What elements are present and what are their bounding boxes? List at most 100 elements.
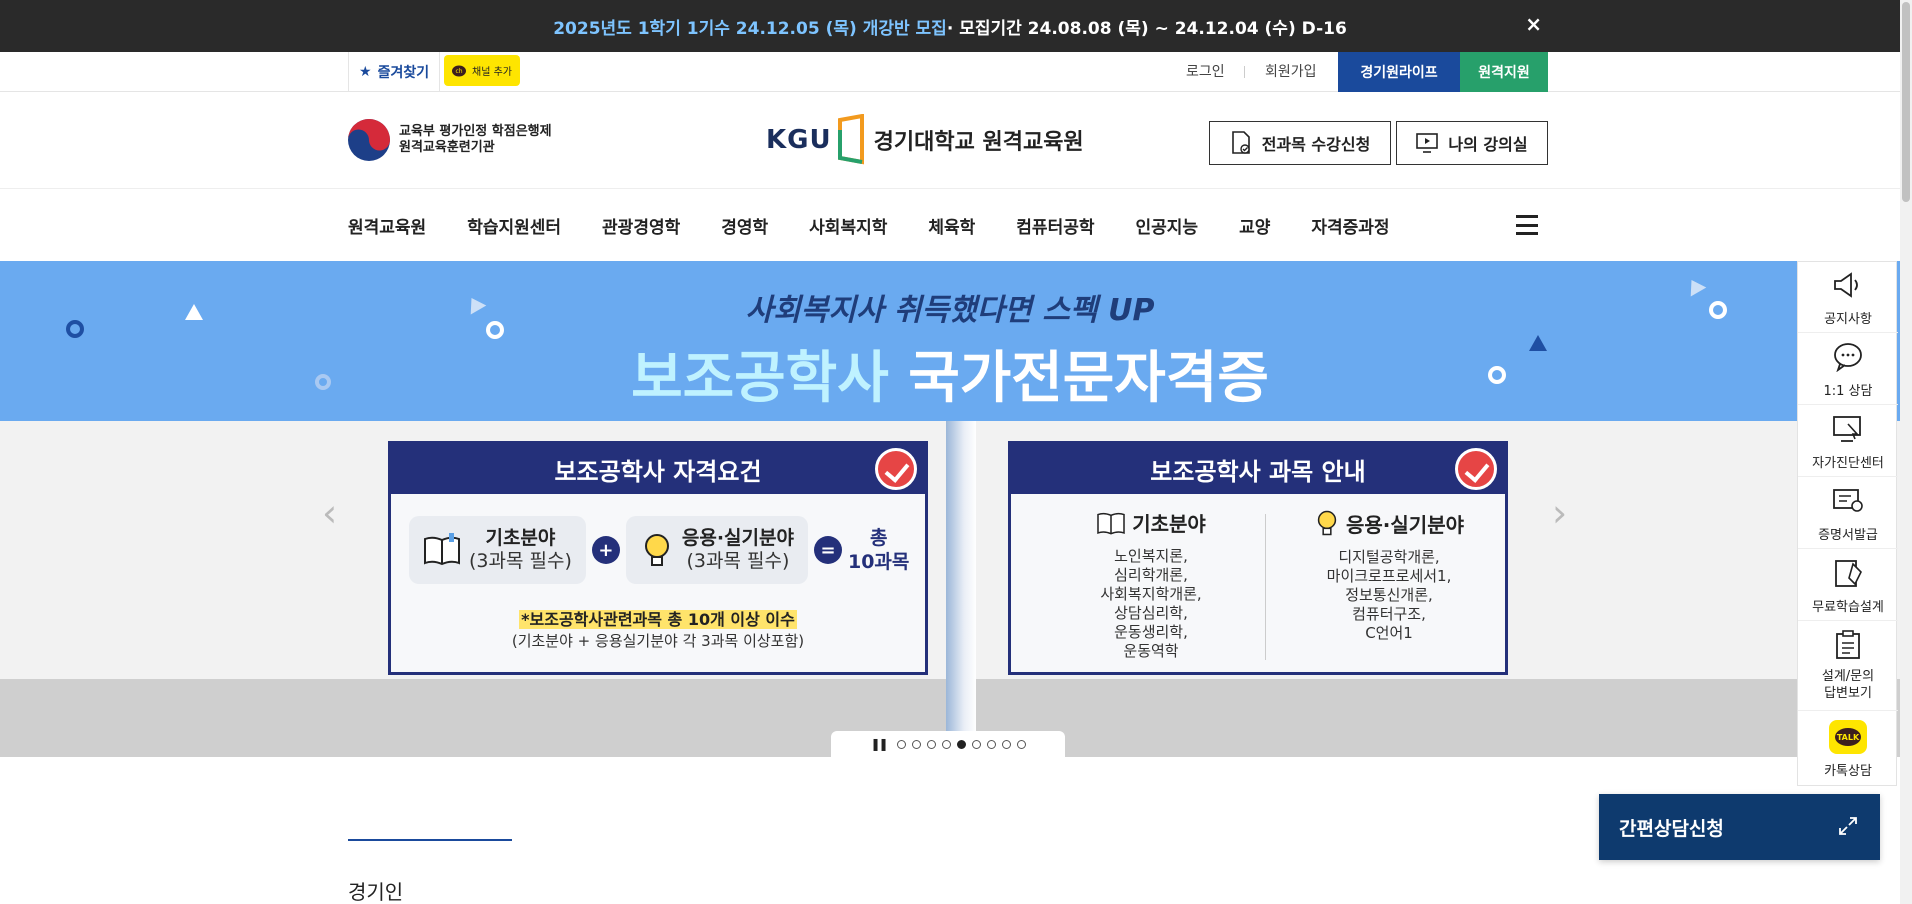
requirements-card: 보조공학사 자격요건 기초분야 (3과목 필수) + 응용·실기분야 (3과목: [388, 441, 928, 675]
nav-item-liberal-arts[interactable]: 교양: [1239, 213, 1270, 238]
page: 2025년도 1학기 1기수 24.12.05 (목) 개강반 모집 · 모집기…: [0, 0, 1912, 904]
kakao-channel-button[interactable]: ch 채널 추가: [444, 55, 520, 86]
applied-subject-item: 컴퓨터구조,: [1352, 605, 1426, 623]
nav-item-learning-center[interactable]: 학습지원센터: [467, 213, 561, 238]
my-lecture-label: 나의 강의실: [1448, 135, 1528, 154]
total-line2: 10과목: [847, 551, 910, 573]
nav-item-tourism[interactable]: 관광경영학: [602, 213, 680, 238]
quick-divider: [1798, 332, 1898, 333]
plus-icon: +: [591, 536, 620, 564]
page-scrollbar[interactable]: [1900, 0, 1912, 904]
favorite-label: 즐겨찾기: [377, 65, 430, 81]
nav-item-remote-edu[interactable]: 원격교육원: [348, 213, 426, 238]
notice-highlight: 2025년도 1학기 1기수 24.12.05 (목) 개강반 모집: [553, 18, 947, 39]
slide-dot[interactable]: [956, 739, 966, 749]
login-link[interactable]: 로그인: [1186, 52, 1225, 92]
banner-subtitle: 사회복지사 취득했다면 스펙 UP: [745, 293, 1155, 328]
quick-free-plan-label: 무료학습설계: [1812, 600, 1884, 615]
moe-badge: 교육부 평가인정 학점은행제 원격교육훈련기관: [347, 118, 552, 162]
slide-dot[interactable]: [926, 739, 936, 749]
quick-divider: [1798, 476, 1898, 477]
applied-subject-item: 정보통신개론,: [1345, 586, 1433, 604]
applied-subject-item: C언어1: [1365, 624, 1413, 642]
megaphone-icon: [1834, 272, 1858, 298]
my-lecture-button[interactable]: 나의 강의실: [1396, 121, 1548, 165]
banner-prev-arrow-icon[interactable]: ‹: [322, 491, 337, 535]
slide-pagination: ❚❚: [831, 731, 1065, 757]
applied-field-title: 응용·실기분야: [681, 527, 794, 549]
quick-notice[interactable]: 공지사항: [1798, 270, 1898, 327]
monitor-play-icon: [1416, 133, 1439, 153]
remote-support-button[interactable]: 원격지원: [1460, 52, 1548, 92]
subjects-card-title: 보조공학사 과목 안내: [1150, 457, 1366, 486]
kakao-talk-badge: TALK: [1835, 728, 1861, 746]
nav-item-physical-edu[interactable]: 체육학: [928, 213, 975, 238]
moe-line2: 원격교육훈련기관: [399, 140, 495, 155]
certificate-icon: [1833, 489, 1863, 512]
document-check-icon: [1231, 131, 1250, 154]
nav-item-computer-eng[interactable]: 컴퓨터공학: [1016, 213, 1094, 238]
basic-subject-item: 심리학개론,: [1114, 566, 1188, 584]
quick-self-check[interactable]: 자가진단센터: [1798, 414, 1898, 471]
monitor-check-icon: [1833, 416, 1861, 442]
join-link[interactable]: 회원가입: [1265, 52, 1317, 92]
pause-icon[interactable]: ❚❚: [870, 737, 888, 751]
basic-subject-item: 운동생리학,: [1114, 623, 1188, 641]
hero-banner[interactable]: 사회복지사 취득했다면 스펙 UP 보조공학사 국가전문자격증 보조공학사 자격…: [0, 261, 1900, 757]
quick-consult-button[interactable]: 간편상담신청: [1599, 794, 1880, 860]
quick-kakao[interactable]: TALK 카톡상담: [1798, 720, 1898, 779]
nav-item-certificate[interactable]: 자격증과정: [1311, 213, 1389, 238]
util-divider: [1244, 66, 1245, 78]
quick-certificate-label: 증명서발급: [1818, 528, 1878, 543]
kakao-channel-icon: ch: [452, 65, 466, 76]
logo-mark-icon: [837, 114, 864, 165]
favorite-button[interactable]: ★ 즐겨찾기: [348, 52, 441, 92]
main-navigation: 원격교육원 학습지원센터 관광경영학 경영학 사회복지학 체육학 컴퓨터공학 인…: [0, 189, 1900, 261]
enroll-all-button[interactable]: 전과목 수강신청: [1209, 121, 1391, 165]
logo-name: 경기대학교 원격교육원: [873, 130, 1084, 155]
nav-item-ai[interactable]: 인공지능: [1136, 213, 1199, 238]
applied-subjects-title: 응용·실기분야: [1346, 512, 1464, 537]
quick-divider: [1798, 548, 1898, 549]
quick-consult-label: 간편상담신청: [1619, 817, 1724, 840]
slide-dot[interactable]: [911, 739, 921, 749]
moe-line1: 교육부 평가인정 학점은행제: [399, 124, 552, 139]
top-notice-bar[interactable]: 2025년도 1학기 1기수 24.12.05 (목) 개강반 모집 · 모집기…: [0, 0, 1900, 52]
quick-answers[interactable]: 설계/문의 답변보기: [1798, 630, 1898, 702]
chat-icon: [1834, 343, 1862, 373]
quick-certificate[interactable]: 증명서발급: [1798, 486, 1898, 543]
basic-subject-item: 운동역학: [1123, 642, 1179, 660]
slide-dot[interactable]: [971, 739, 981, 749]
lightbulb-icon: [644, 534, 669, 566]
section-title: 경기인: [348, 880, 404, 904]
basic-field-title: 기초분야: [485, 527, 556, 549]
slide-dot[interactable]: [986, 739, 996, 749]
quick-chat[interactable]: 1:1 상담: [1798, 342, 1898, 399]
hamburger-menu-icon[interactable]: [1516, 215, 1538, 235]
scrollbar-thumb[interactable]: [1902, 2, 1910, 202]
quick-divider: [1798, 710, 1898, 711]
equals-icon: =: [813, 536, 842, 564]
kakaotalk-icon: TALK: [1829, 720, 1867, 754]
site-logo[interactable]: KGU 경기대학교 원격교육원: [766, 114, 1084, 166]
lightbulb-icon: [1317, 510, 1337, 536]
life-button[interactable]: 경기원라이프: [1338, 52, 1460, 92]
expand-icon[interactable]: [1838, 816, 1858, 836]
nav-item-business[interactable]: 경영학: [721, 213, 768, 238]
basic-field-sub: (3과목 필수): [469, 550, 572, 572]
slide-dot[interactable]: [1001, 739, 1011, 749]
close-icon[interactable]: ×: [1525, 12, 1542, 36]
slide-dot[interactable]: [941, 739, 951, 749]
basic-field-pill: 기초분야 (3과목 필수): [409, 516, 586, 584]
basic-subjects-title: 기초분야: [1132, 512, 1206, 536]
banner-title-rest: 국가전문자격증: [888, 346, 1269, 411]
applied-field-sub: (3과목 필수): [686, 550, 790, 572]
banner-next-arrow-icon[interactable]: ›: [1552, 491, 1567, 535]
slide-dot[interactable]: [1016, 739, 1026, 749]
basic-subject-item: 사회복지학개론,: [1100, 585, 1202, 603]
site-header: 교육부 평가인정 학점은행제 원격교육훈련기관 KGU 경기대학교 원격교육원 …: [0, 92, 1900, 189]
quick-free-plan[interactable]: 무료학습설계: [1798, 558, 1898, 615]
subjects-card: 보조공학사 과목 안내 기초분야 노인복지론, 심리학개론, 사회복지학개론, …: [1008, 441, 1508, 675]
nav-item-social-welfare[interactable]: 사회복지학: [809, 213, 887, 238]
slide-dot[interactable]: [896, 739, 906, 749]
